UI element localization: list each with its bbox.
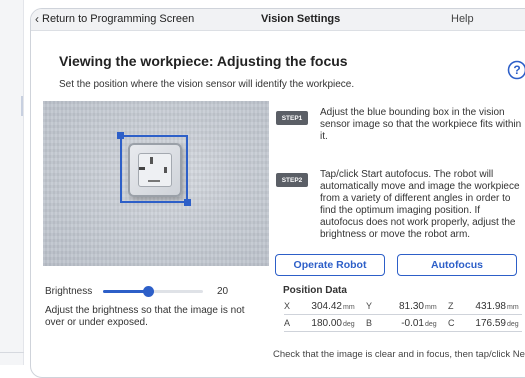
brightness-label: Brightness [45,286,92,297]
svg-text:?: ? [513,63,520,77]
background-window-edge [0,0,24,365]
background-window-corner [0,352,24,365]
position-z: Z 431.98 mm [448,301,525,312]
step-2-badge: STEP2 [276,173,308,187]
position-y: Y 81.30 mm [366,301,448,312]
background-window-indicator [21,96,23,116]
position-a: A 180.00 deg [284,318,366,329]
help-link[interactable]: Help [451,13,474,25]
position-data-title: Position Data [283,285,347,296]
page-title: Viewing the workpiece: Adjusting the foc… [59,53,348,69]
brightness-slider-thumb[interactable] [143,286,154,297]
page-subtitle: Set the position where the vision sensor… [59,79,354,90]
screen-title: Vision Settings [261,13,340,25]
bounding-box[interactable] [120,135,188,203]
operate-robot-button[interactable]: Operate Robot [275,254,385,276]
step-1: STEP1 Adjust the blue bounding box in th… [276,107,525,143]
position-row-1: X 304.42 mm Y 81.30 mm Z 431.98 mm [284,301,525,312]
return-button[interactable]: ‹ Return to Programming Screen [35,13,194,25]
brightness-slider-fill [103,290,148,293]
position-x: X 304.42 mm [284,301,366,312]
brightness-slider[interactable] [103,290,203,293]
position-c: C 176.59 deg [448,318,525,329]
step-2: STEP2 Tap/click Start autofocus. The rob… [276,169,525,241]
vision-sensor-image[interactable] [43,101,269,266]
return-label: Return to Programming Screen [42,13,194,25]
bounding-box-handle-bottom-right[interactable] [184,199,191,206]
question-circle-icon[interactable]: ? [507,60,525,85]
brightness-help-text: Adjust the brightness so that the image … [45,305,265,329]
brightness-value: 20 [217,286,228,297]
position-row-1-divider [284,314,522,315]
autofocus-button[interactable]: Autofocus [397,254,517,276]
chevron-left-icon: ‹ [35,13,39,25]
position-row-2: A 180.00 deg B -0.01 deg C 176.59 deg [284,318,525,329]
bounding-box-handle-top-left[interactable] [117,132,124,139]
title-bar: ‹ Return to Programming Screen Vision Se… [31,9,525,31]
position-row-2-divider [284,331,522,332]
footer-note: Check that the image is clear and in foc… [273,349,525,360]
step-1-badge: STEP1 [276,111,308,125]
vision-settings-panel: ‹ Return to Programming Screen Vision Se… [30,8,525,378]
position-b: B -0.01 deg [366,318,448,329]
step-1-text: Adjust the blue bounding box in the visi… [320,107,525,143]
step-2-text: Tap/click Start autofocus. The robot wil… [320,169,525,241]
